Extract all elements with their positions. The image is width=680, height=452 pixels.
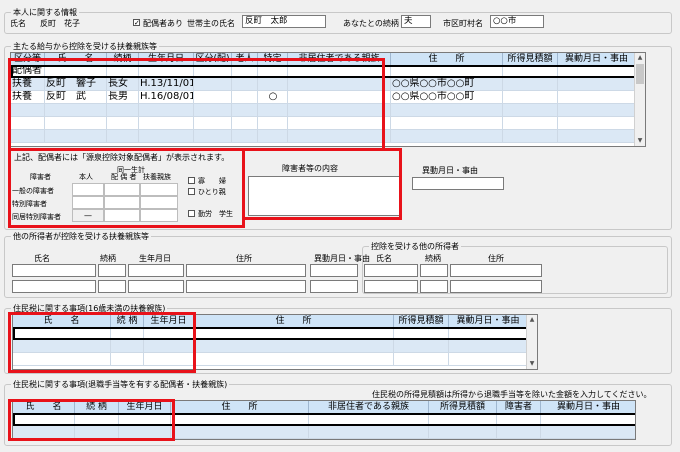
other-address-2[interactable]: [186, 280, 306, 293]
dependents-scrollbar[interactable]: ▲ ▼: [634, 53, 645, 146]
scroll-down-icon[interactable]: ▼: [527, 359, 537, 369]
cell-change: [558, 65, 636, 77]
rr-col-address: 住 所: [171, 401, 309, 413]
other-name-2[interactable]: [12, 280, 96, 293]
col-income: 所得見積額: [503, 53, 558, 65]
rr-col-disability: 障害者: [497, 401, 541, 413]
cell-address: [391, 117, 503, 129]
other-taxpayer-relation-2[interactable]: [420, 280, 448, 293]
other-taxpayer-name-2[interactable]: [364, 280, 418, 293]
cell-change: [558, 91, 636, 103]
household-head-field[interactable]: 反町 太郎: [242, 15, 326, 28]
highlight-disability-detail: [242, 148, 402, 220]
highlight-resident-tax: [8, 312, 196, 373]
other-col-birth: 生年月日: [139, 254, 171, 263]
rt-col-address: 住 所: [194, 315, 394, 327]
rt-col-income: 所得見積額: [394, 315, 449, 327]
cell-address: [391, 104, 503, 116]
col-change: 異動月日・事由: [558, 53, 636, 65]
other-income-title: 他の所得者が控除を受ける扶養親族等: [11, 231, 151, 242]
city-label: 市区町村名: [443, 19, 483, 28]
other-birth-2[interactable]: [128, 280, 184, 293]
spouse-checkbox[interactable]: ✓: [133, 19, 140, 27]
other-taxpayer-col-name: 氏名: [376, 254, 392, 263]
spouse-checkbox-label: 配偶者あり: [143, 19, 183, 28]
cell-income: [503, 117, 558, 129]
dependents-title: 主たる給与から控除を受ける扶養親族等: [11, 41, 159, 52]
scroll-up-icon[interactable]: ▲: [527, 315, 537, 325]
relation-field[interactable]: 夫: [401, 15, 431, 28]
other-name-1[interactable]: [12, 264, 96, 277]
highlight-disability-grid: [8, 148, 245, 228]
cell-income: [503, 78, 558, 90]
resident-tax-retire-title: 住民税に関する事項(退職手当等を有する配偶者・扶養親族): [11, 379, 230, 390]
resident-tax-retire-note: 住民税の所得見積額は所得から退職手当等を除いた金額を入力してください。: [372, 390, 652, 399]
relation-label: あなたとの続柄: [343, 19, 399, 28]
disability-change-field[interactable]: [412, 177, 504, 190]
other-change-2[interactable]: [310, 280, 358, 293]
rr-col-income: 所得見積額: [429, 401, 497, 413]
other-relation-2[interactable]: [98, 280, 126, 293]
cell-change: [558, 78, 636, 90]
resident-tax-scrollbar[interactable]: ▲ ▼: [526, 315, 537, 369]
rr-col-change: 異動月日・事由: [541, 401, 635, 413]
highlight-dependents-left: [8, 58, 385, 151]
other-address-1[interactable]: [186, 264, 306, 277]
other-col-relation: 続柄: [100, 254, 116, 263]
cell-change: [558, 104, 636, 116]
cell-change: [558, 117, 636, 129]
cell-address: [391, 130, 503, 142]
col-address: 住 所: [391, 53, 503, 65]
cell-address: ○○県○○市○○町: [391, 91, 503, 103]
rt-col-change: 異動月日・事由: [449, 315, 528, 327]
other-taxpayer-address-2[interactable]: [450, 280, 542, 293]
other-taxpayer-relation-1[interactable]: [420, 264, 448, 277]
other-relation-1[interactable]: [98, 264, 126, 277]
scroll-up-icon[interactable]: ▲: [635, 53, 645, 63]
household-head-label: 世帯主の氏名: [187, 19, 235, 28]
cell-income: [503, 65, 558, 77]
cell-income: [503, 130, 558, 142]
other-change-1[interactable]: [310, 264, 358, 277]
other-col-name: 氏名: [34, 254, 50, 263]
name-label: 氏名: [10, 19, 26, 28]
rr-col-nonresident: 非居住者である親族: [309, 401, 429, 413]
other-taxpayer-col-relation: 続柄: [425, 254, 441, 263]
other-birth-1[interactable]: [128, 264, 184, 277]
other-taxpayer-col-address: 住所: [488, 254, 504, 263]
other-taxpayer-name-1[interactable]: [364, 264, 418, 277]
personal-info-group: 本人に関する情報: [4, 7, 672, 34]
cell-income: [503, 91, 558, 103]
highlight-resident-tax-retire: [8, 399, 175, 441]
other-col-address: 住所: [236, 254, 252, 263]
other-taxpayer-title: 控除を受ける他の所得者: [369, 241, 461, 252]
cell-income: [503, 104, 558, 116]
city-field[interactable]: ○○市: [490, 15, 544, 28]
cell-change: [558, 130, 636, 142]
other-taxpayer-address-1[interactable]: [450, 264, 542, 277]
scroll-down-icon[interactable]: ▼: [635, 136, 645, 146]
cell-address: [391, 65, 503, 77]
name-value: 反町 花子: [40, 19, 80, 28]
cell-address: ○○県○○市○○町: [391, 78, 503, 90]
personal-info-title: 本人に関する情報: [11, 7, 79, 18]
disability-change-label: 異動月日・事由: [422, 166, 478, 175]
scroll-thumb[interactable]: [636, 64, 644, 84]
